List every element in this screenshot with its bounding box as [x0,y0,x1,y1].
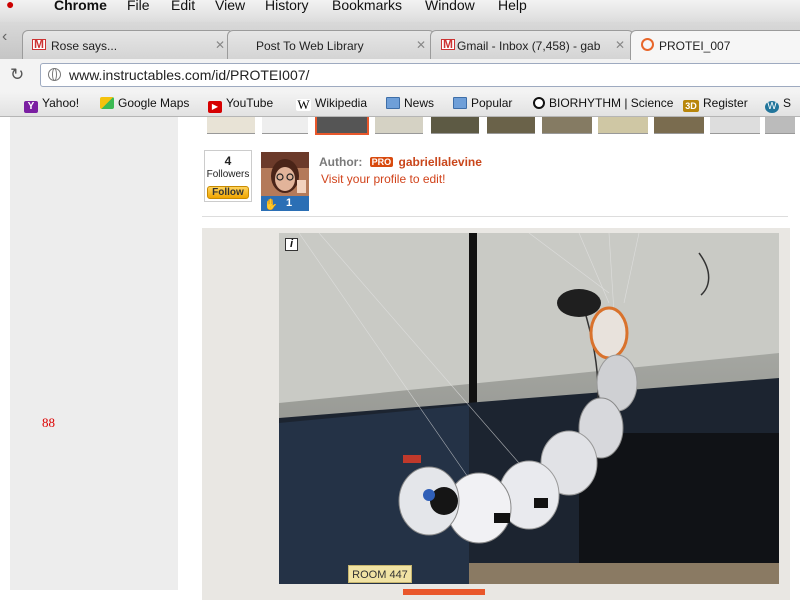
thumbnail[interactable] [487,117,535,134]
thumbnail[interactable] [262,117,308,134]
tab-title: PROTEI_007 [659,39,731,53]
left-margin-panel: 88 [10,117,178,590]
gmail-icon [32,37,46,51]
author-avatar[interactable]: ✋ 1 [261,152,309,211]
bookmark-label: Google Maps [118,96,190,110]
3d-icon: 3D [683,100,699,112]
bookmark-label: YouTube [226,96,274,110]
bottom-tab-indicator [403,589,485,595]
bookmark-label: Yahoo! [42,96,80,110]
bookmark-label: Wikipedia [315,96,368,110]
thumbnail[interactable] [375,117,423,134]
bookmark-label: News [404,96,435,110]
address-bar[interactable]: www.instructables.com/id/PROTEI007/ [40,63,800,87]
instructables-icon [641,38,654,51]
author-line: Author: PRO gabriellalevine [319,155,482,169]
thumbnail[interactable] [654,117,704,134]
tab-rose-says[interactable]: Rose says... ✕ [22,30,234,59]
room-sign: ROOM 447 [348,565,412,583]
bookmark-label: Popular [471,96,513,110]
thumbnail-selected[interactable] [315,117,369,135]
bookmarks-bar: Y Yahoo! Google Maps ▶ YouTube W Wikipedia … [0,92,800,117]
follow-button[interactable]: Follow [207,186,249,199]
pro-badge: PRO [369,157,394,167]
close-icon[interactable]: ✕ [615,38,625,52]
bookmark-register[interactable]: 3D Register [683,96,748,112]
followers-count: 4 [224,154,232,168]
thumbnail[interactable] [207,117,255,134]
divider [202,216,788,217]
reload-icon[interactable]: ↻ [10,65,24,85]
tab-strip: ‹ Rose says... ✕ Post To Web Library ✕ G… [0,22,800,60]
circle-icon [533,97,545,109]
menu-file[interactable]: File [127,0,150,13]
youtube-icon: ▶ [208,101,222,113]
tab-protei-007[interactable]: PROTEI_007 [630,30,800,60]
visit-profile-link[interactable]: Visit your profile to edit! [321,172,446,186]
bookmark-label: BIORHYTHM | Science [549,96,674,110]
bookmark-label: S [783,96,792,110]
image-info-icon[interactable]: i [285,238,298,251]
folder-icon [386,97,400,109]
bookmark-wordpress[interactable]: WS [765,96,791,113]
maps-icon [100,97,114,109]
bookmark-youtube[interactable]: ▶ YouTube [208,96,273,113]
page-content: 88 4 Followers Follow ✋ 1 Author: PRO ga… [0,117,800,600]
bookmark-yahoo[interactable]: Y Yahoo! [24,96,79,113]
tab-post-to-web-library[interactable]: Post To Web Library ✕ [227,30,435,59]
menu-view[interactable]: View [215,0,245,13]
tab-title: Post To Web Library [256,39,364,53]
followers-box: 4 Followers Follow [204,150,252,202]
bookmark-folder-news[interactable]: News [386,96,434,110]
bookmark-wikipedia[interactable]: W Wikipedia [296,96,367,111]
bookmark-biorhythm[interactable]: BIORHYTHM | Science [533,96,673,110]
menu-help[interactable]: Help [498,0,527,13]
mac-menubar: ● Chrome File Edit View History Bookmark… [0,0,800,23]
close-icon[interactable]: ✕ [416,38,426,52]
menu-app-name[interactable]: Chrome [54,0,107,13]
yahoo-icon: Y [24,101,38,113]
page-number: 88 [42,415,55,430]
tab-title: Gmail - Inbox (7,458) - gab [457,39,601,53]
tab-gmail-inbox[interactable]: Gmail - Inbox (7,458) - gab ✕ [430,30,634,59]
tab-title: Rose says... [51,39,118,53]
wordpress-icon: W [765,101,779,113]
menu-history[interactable]: History [265,0,309,13]
bookmark-google-maps[interactable]: Google Maps [100,96,189,110]
thumbnail[interactable] [542,117,592,134]
patch-count: 1 [286,197,293,209]
followers-label: Followers [206,169,250,180]
thumbnail[interactable] [598,117,648,134]
menu-window[interactable]: Window [425,0,475,13]
author-name-link[interactable]: gabriellalevine [399,155,482,169]
url-text[interactable]: www.instructables.com/id/PROTEI007/ [69,67,309,83]
menu-bookmarks[interactable]: Bookmarks [332,0,402,13]
tab-overflow-icon[interactable]: ‹ [2,28,7,46]
thumbnail[interactable] [431,117,479,134]
thumbnail[interactable] [710,117,760,134]
close-icon[interactable]: ✕ [215,38,225,52]
bookmark-folder-popular[interactable]: Popular [453,96,512,110]
wikipedia-icon: W [296,97,311,112]
main-photo[interactable] [279,233,779,584]
gmail-icon [441,37,455,51]
author-label: Author: [319,155,363,169]
folder-icon [453,97,467,109]
thumbnail[interactable] [765,117,795,134]
menu-edit[interactable]: Edit [171,0,195,13]
globe-icon [48,68,61,81]
bookmark-label: Register [703,96,748,110]
browser-toolbar: ↻ www.instructables.com/id/PROTEI007/ [0,59,800,93]
hand-icon: ✋ [264,199,278,211]
apple-icon[interactable]: ● [6,0,14,12]
